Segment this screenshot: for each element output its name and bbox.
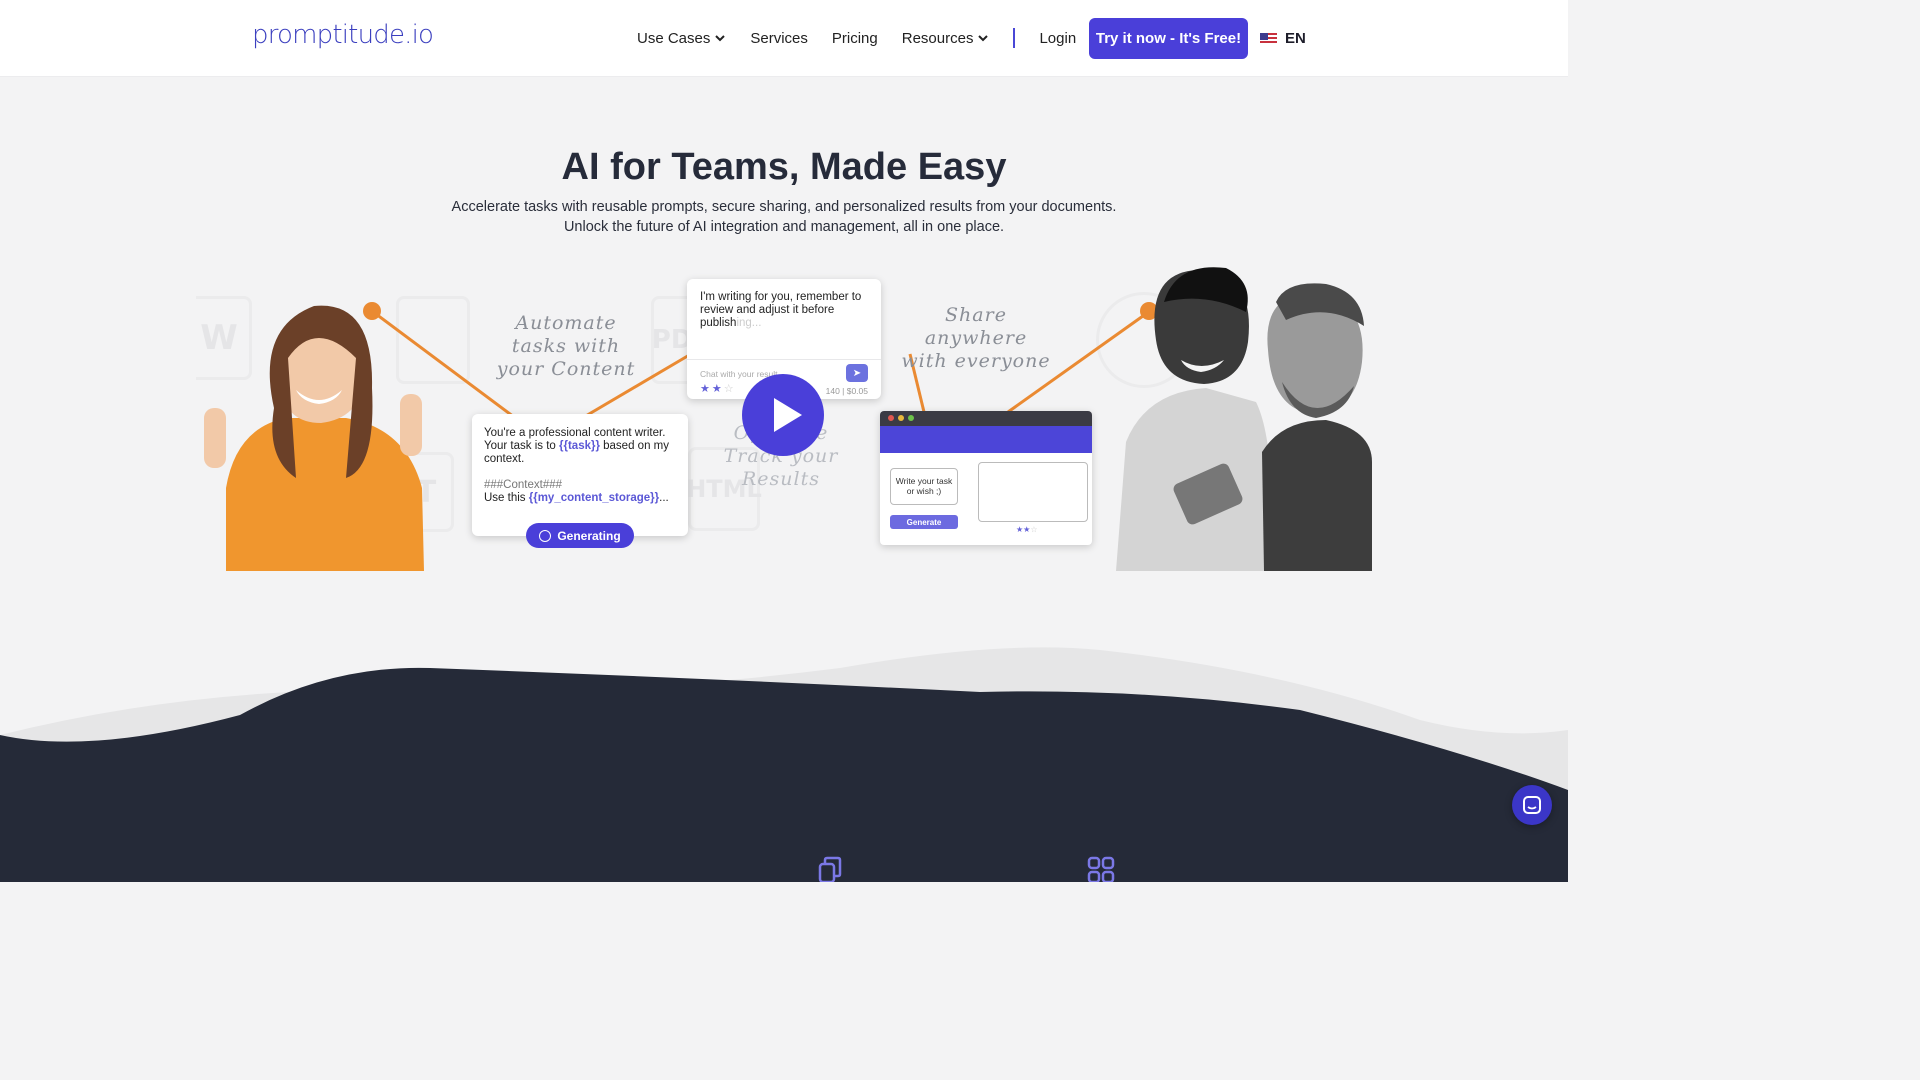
nav-login[interactable]: Login	[1039, 28, 1076, 48]
logo-suffix: .io	[404, 20, 434, 50]
nav-pricing[interactable]: Pricing	[832, 28, 878, 48]
nav-services[interactable]: Services	[750, 28, 808, 48]
prompt-use-this: Use this	[484, 492, 526, 504]
nav-services-label: Services	[750, 29, 808, 47]
rating-stars: ★★☆	[700, 383, 736, 395]
prompt-token-storage: {{my_content_storage}}	[528, 492, 660, 504]
prompt-token-task: {{task}}	[559, 440, 600, 452]
window-dot-icon	[908, 415, 914, 421]
language-selector[interactable]: EN	[1260, 30, 1306, 47]
nav-login-label: Login	[1039, 29, 1077, 47]
window-dot-icon	[888, 415, 894, 421]
wish-box: Write your task or wish ;)	[890, 468, 958, 505]
note-share: Share anywhere with everyone	[901, 304, 1051, 372]
note-automate: Automate tasks with your Content	[496, 312, 636, 380]
generating-pill: Generating	[526, 523, 634, 548]
hero-subtitle: Accelerate tasks with reusable prompts, …	[0, 197, 1568, 237]
grid-icon	[1087, 856, 1115, 882]
team-photo	[1116, 267, 1372, 571]
copy-icon	[818, 856, 842, 882]
woman-photo	[204, 305, 424, 571]
nav-resources-label: Resources	[901, 29, 974, 47]
main-nav: Use Cases Services Pricing Resources Log…	[637, 28, 1100, 48]
chat-bubble-icon	[1523, 796, 1541, 814]
window-dot-icon	[898, 415, 904, 421]
hero-subtitle-line2: Unlock the future of AI integration and …	[563, 219, 1005, 235]
send-icon: ➤	[846, 364, 868, 382]
generating-label: Generating	[557, 528, 621, 543]
browser-mockup: Write your task or wish ;) Generate ★★☆	[880, 411, 1092, 545]
result-box	[978, 462, 1088, 522]
logo-text: promptitude	[252, 20, 405, 50]
prompt-card: You're a professional content writer. Yo…	[472, 414, 688, 536]
chat-widget-button[interactable]	[1512, 785, 1552, 825]
us-flag-icon	[1260, 32, 1277, 45]
prompt-context-line: Use this {{my_content_storage}}...	[484, 492, 676, 505]
hero-subtitle-line1: Accelerate tasks with reusable prompts, …	[451, 199, 1117, 215]
generate-mini-button: Generate	[890, 515, 958, 529]
site-header: promptitude.io Use Cases Services Pricin…	[0, 0, 1568, 77]
openai-icon	[539, 529, 552, 542]
nav-use-cases-label: Use Cases	[637, 29, 711, 47]
chat-text: I'm writing for you, remember to review …	[700, 291, 862, 329]
play-video-button[interactable]	[742, 374, 824, 456]
hero-title: AI for Teams, Made Easy	[561, 146, 1007, 188]
browser-banner	[880, 426, 1092, 453]
nav-resources[interactable]: Resources	[902, 28, 990, 48]
chevron-down-icon	[715, 35, 726, 42]
chat-text-faded: ing...	[736, 317, 762, 329]
language-label: EN	[1285, 30, 1306, 47]
try-free-button[interactable]: Try it now - It's Free!	[1089, 18, 1248, 59]
prompt-ellipsis: ...	[659, 492, 669, 504]
nav-pricing-label: Pricing	[831, 29, 878, 47]
chat-meta: 140 | $0.05	[825, 386, 868, 396]
rating-stars: ★★☆	[1016, 525, 1038, 534]
nav-use-cases[interactable]: Use Cases	[637, 28, 726, 48]
prompt-context-header: ###Context###	[484, 479, 563, 491]
chevron-down-icon	[978, 35, 989, 42]
nav-divider	[1013, 28, 1016, 48]
logo[interactable]: promptitude.io	[252, 20, 434, 50]
wave-divider	[0, 647, 1568, 882]
hero-illustration: W PDF HTML T Automate tasks with your Co…	[196, 262, 1372, 571]
